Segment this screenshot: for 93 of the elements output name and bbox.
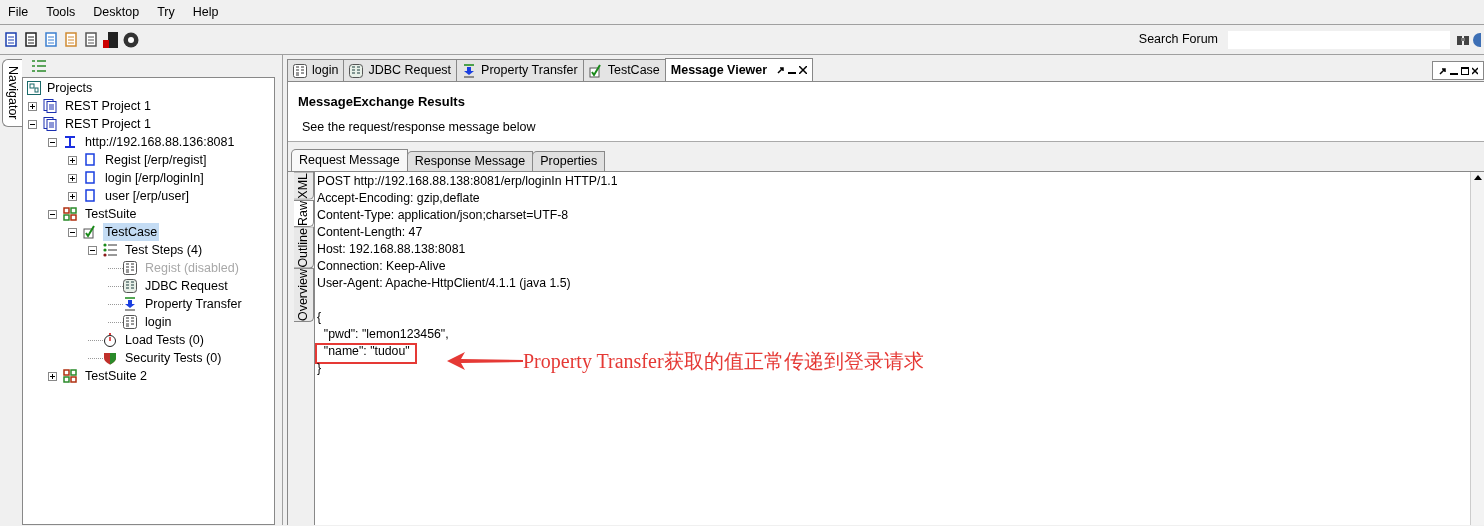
endpoint-icon — [63, 135, 77, 149]
collapse-icon[interactable] — [28, 119, 37, 129]
collapse-icon[interactable] — [88, 245, 97, 255]
document-icon — [43, 99, 57, 113]
message-tab[interactable]: Response Message — [406, 151, 534, 171]
tree-item[interactable]: http://192.168.88.136:8081 — [83, 132, 237, 152]
server-icon[interactable] — [103, 31, 119, 48]
menu-item[interactable]: Try — [157, 2, 175, 22]
projects-icon — [27, 81, 41, 95]
download-arrow-icon — [123, 297, 137, 311]
stopwatch-icon — [103, 333, 117, 347]
float-icon[interactable] — [1438, 66, 1447, 75]
tree-item[interactable]: login — [143, 312, 174, 332]
checkmark-icon — [588, 63, 603, 78]
rest-icon — [123, 261, 137, 275]
tree-item[interactable]: Regist [/erp/regist] — [103, 150, 209, 170]
list-icon[interactable] — [32, 60, 46, 72]
message-tab[interactable]: Request Message — [291, 149, 408, 171]
tree-item[interactable]: Property Transfer — [143, 294, 244, 314]
window-controls[interactable] — [1432, 61, 1484, 80]
side-tab[interactable]: XML — [294, 172, 314, 200]
shield-icon — [103, 351, 117, 365]
binoculars-icon[interactable] — [1456, 33, 1470, 46]
grid-icon — [63, 369, 77, 383]
code-line: POST http://192.168.88.138:8081/erp/loginIn HTTP/1.1 — [317, 174, 618, 188]
annotation-text: Property Transfer获取的值正常传递到登录请求 — [523, 349, 924, 375]
expand-icon[interactable] — [28, 101, 37, 111]
code-line: "name": "tudou" — [317, 345, 415, 362]
maximize-icon[interactable] — [1460, 66, 1469, 75]
code-line: Host: 192.168.88.138:8081 — [317, 242, 466, 256]
collapse-icon[interactable] — [48, 209, 57, 219]
rest-icon — [123, 315, 137, 329]
scroll-up-icon[interactable] — [1473, 175, 1482, 180]
page-icon — [83, 153, 97, 167]
tree-item[interactable]: REST Project 1 — [63, 96, 153, 116]
side-tab[interactable]: Raw — [294, 199, 314, 227]
tree-item[interactable]: Test Steps (4) — [123, 240, 205, 260]
close-icon[interactable] — [1471, 66, 1478, 75]
tree-item[interactable]: REST Project 1 — [63, 114, 153, 134]
float-icon[interactable] — [777, 66, 786, 74]
close-icon[interactable] — [799, 66, 808, 74]
code-line: Content-Length: 47 — [317, 225, 423, 239]
document-icon[interactable] — [3, 31, 19, 48]
expand-icon[interactable] — [68, 155, 77, 165]
side-tab[interactable]: Overview — [294, 268, 314, 323]
code-line: Content-Type: application/json;charset=UTF-8 — [317, 208, 569, 222]
expand-icon[interactable] — [68, 173, 77, 183]
editor-tab[interactable]: Message Viewer — [664, 58, 814, 81]
expand-icon[interactable] — [68, 191, 77, 201]
tree-item[interactable]: TestSuite 2 — [83, 366, 149, 386]
checkmark-icon — [83, 225, 97, 239]
tree-item[interactable]: TestCase — [103, 222, 160, 242]
code-line: User-Agent: Apache-HttpClient/4.1.1 (java 1.5) — [317, 276, 571, 290]
tree-item[interactable]: Projects — [47, 78, 93, 98]
collapse-icon[interactable] — [68, 227, 77, 237]
editor-tab[interactable]: TestCase — [582, 59, 666, 81]
scrollbar[interactable] — [1470, 172, 1484, 525]
grid-icon — [63, 207, 77, 221]
database-icon — [349, 63, 364, 78]
page-icon — [83, 189, 97, 203]
page-icon — [83, 171, 97, 185]
code-line: "pwd": "lemon123456", — [322, 327, 449, 341]
code-line: } — [317, 361, 322, 375]
code-line: { — [317, 310, 322, 324]
document-icon — [43, 117, 57, 131]
tree-item[interactable]: user [/erp/user] — [103, 186, 192, 206]
editor-tab[interactable]: Property Transfer — [456, 59, 584, 81]
search-label: Search Forum — [1138, 31, 1218, 49]
message-tab[interactable]: Properties — [532, 151, 606, 171]
rest-icon — [293, 63, 307, 78]
side-tab[interactable]: Outline — [294, 226, 314, 269]
editor-tab[interactable]: login — [287, 59, 345, 81]
tree-item[interactable]: login [/erp/loginIn] — [103, 168, 206, 188]
menu-item[interactable]: Tools — [46, 2, 76, 22]
expand-icon[interactable] — [48, 371, 57, 381]
menu-item[interactable]: Help — [192, 2, 219, 22]
download-arrow-icon — [462, 63, 477, 78]
editor-tab[interactable]: JDBC Request — [343, 59, 458, 81]
viewer-title: MessageExchange Results — [298, 93, 466, 111]
tree-item[interactable]: TestSuite — [83, 204, 139, 224]
globe-icon[interactable] — [1473, 32, 1481, 47]
viewer-subtitle: See the request/response message below — [301, 118, 537, 136]
tree-item[interactable]: Load Tests (0) — [123, 330, 206, 350]
navigator-tab[interactable]: Navigator — [2, 59, 22, 127]
tree-item[interactable]: JDBC Request — [143, 276, 230, 296]
collapse-icon[interactable] — [48, 137, 57, 147]
menu-item[interactable]: File — [8, 2, 29, 22]
menu-item[interactable]: Desktop — [93, 2, 140, 22]
code-line: Connection: Keep-Alive — [317, 259, 446, 273]
steps-icon — [103, 243, 117, 257]
code-line: Accept-Encoding: gzip,deflate — [317, 191, 480, 205]
database-icon — [123, 279, 137, 293]
tree-item[interactable]: Security Tests (0) — [123, 348, 224, 368]
